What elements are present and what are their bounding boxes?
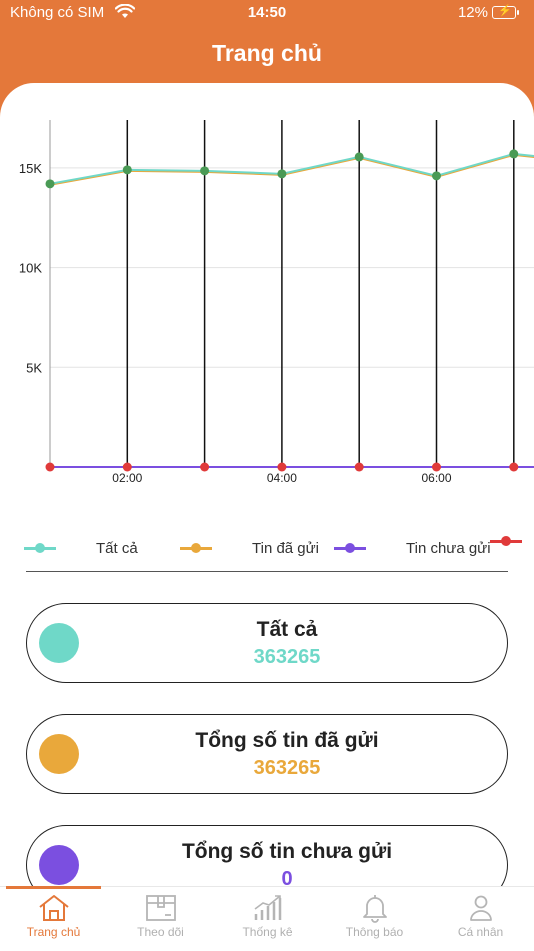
battery-percent: 12% (457, 4, 488, 21)
package-icon (145, 895, 176, 921)
battery-indicator: 12% ⚡ (457, 4, 519, 21)
card-unsent-dot (39, 845, 79, 885)
tab-home[interactable]: Trang chủ (0, 893, 107, 939)
data-point (354, 152, 364, 162)
legend-swatch (334, 543, 366, 553)
card-sent[interactable]: Tổng số tin đã gửi 363265 (26, 714, 508, 794)
y-tick-label: 15K (19, 161, 42, 176)
y-tick-label: 5K (26, 360, 42, 375)
card-sent-value: 363265 (253, 757, 321, 779)
legend-swatch (24, 543, 56, 553)
tab-home-label: Trang chủ (26, 925, 81, 939)
card-sent-label: Tổng số tin đã gửi (195, 729, 379, 752)
data-point (45, 462, 55, 472)
card-total-label: Tất cả (256, 618, 318, 641)
active-tab-indicator (6, 886, 101, 889)
legend-item: Tin chưa gửi (334, 540, 491, 557)
legend-label: Tin đã gửi (252, 540, 320, 557)
x-tick-label: 04:00 (267, 471, 297, 485)
tab-notifications-label: Thông báo (345, 925, 404, 939)
legend-item: Tin đã gửi (180, 540, 319, 557)
data-point (200, 166, 210, 176)
legend-label: Tin chưa gửi (406, 540, 491, 557)
legend-item: Tất cả (24, 540, 138, 557)
bell-icon (362, 895, 387, 923)
person-icon (469, 895, 492, 921)
data-point (432, 171, 441, 181)
data-point (122, 462, 132, 472)
line-chart: 5K 10K 15K 02:00 04:00 06:00 (19, 120, 534, 485)
data-point (509, 149, 519, 159)
tab-notifications[interactable]: Thông báo (321, 893, 428, 939)
tab-profile[interactable]: Cá nhân (427, 893, 534, 939)
tab-statistics-label: Thống kê (242, 925, 293, 939)
legend-swatch (180, 543, 212, 553)
data-point (277, 169, 287, 179)
tab-tracking-label: Theo dõi (137, 925, 184, 939)
home-icon (38, 895, 69, 921)
bottom-tab-bar: Trang chủ Theo dõi Thống kê Thông báo Cá… (0, 886, 534, 951)
data-point (200, 462, 210, 472)
card-total[interactable]: Tất cả 363265 (26, 603, 508, 683)
card-total-dot (39, 623, 79, 663)
tab-statistics[interactable]: Thống kê (214, 893, 321, 939)
card-unsent-label: Tổng số tin chưa gửi (181, 840, 393, 863)
legend-divider (26, 571, 508, 572)
battery-icon: ⚡ (492, 5, 519, 19)
series-line (49, 152, 534, 185)
x-tick-label: 06:00 (421, 471, 451, 485)
y-tick-label: 10K (19, 261, 42, 276)
status-bar: Không có SIM 14:50 12% ⚡ (10, 3, 524, 26)
data-point (509, 462, 519, 472)
card-total-value: 363265 (253, 646, 321, 668)
x-tick-label: 02:00 (112, 471, 142, 485)
tab-tracking[interactable]: Theo dõi (107, 893, 214, 939)
clock: 14:50 (247, 4, 287, 21)
legend-swatch (490, 536, 522, 546)
data-point (277, 462, 287, 472)
stats-icon (254, 895, 281, 920)
data-point (354, 462, 364, 472)
data-point (432, 462, 441, 472)
legend-item (490, 536, 534, 546)
card-sent-dot (39, 734, 79, 774)
page-title: Trang chủ (212, 40, 322, 66)
data-point (122, 165, 132, 175)
chart-legend: Tất cả Tin đã gửi Tin chưa gửi (0, 530, 534, 570)
legend-label: Tất cả (96, 540, 138, 557)
data-point (45, 179, 55, 189)
tab-profile-label: Cá nhân (457, 925, 504, 939)
